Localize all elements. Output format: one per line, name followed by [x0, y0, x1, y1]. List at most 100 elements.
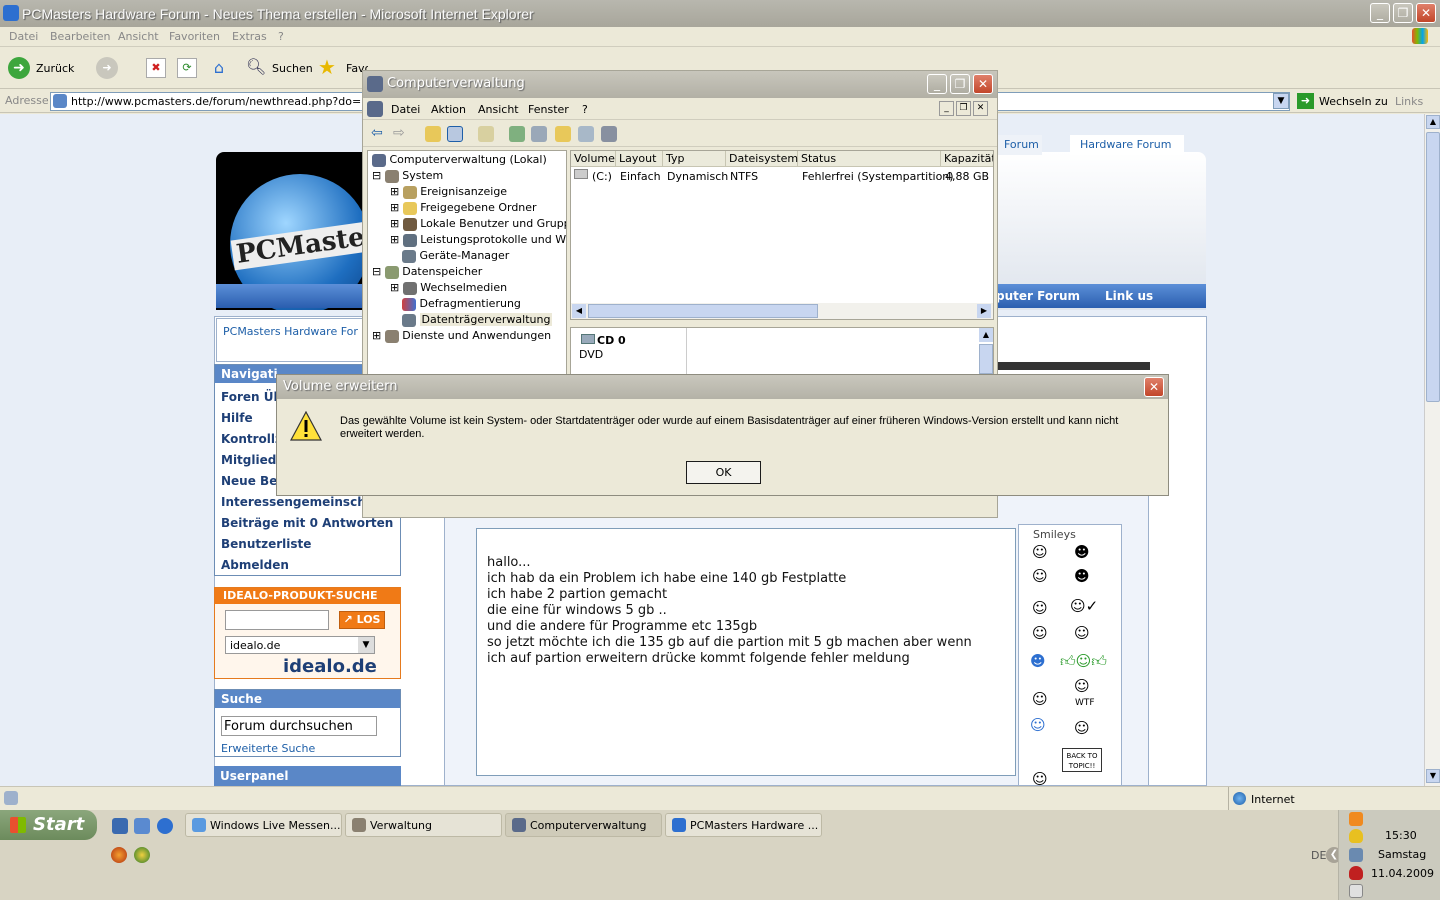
forward-arrow-icon[interactable]: ⇨: [393, 125, 405, 141]
cv-maximize-button[interactable]: ❐: [950, 74, 970, 94]
wtf-smiley-label[interactable]: WTF: [1075, 698, 1095, 708]
tree-item-system[interactable]: ⊟ System: [372, 169, 443, 183]
tab-hardware-forum[interactable]: Hardware Forum: [1070, 135, 1184, 155]
child-close-button[interactable]: ✕: [973, 101, 988, 116]
search-icon[interactable]: [578, 126, 594, 142]
table-row[interactable]: (C:) Einfach Dynamisch NTFS Fehlerfrei (…: [571, 169, 993, 185]
nav-computer-forum[interactable]: puter Forum: [996, 289, 1080, 303]
page-scrollbar[interactable]: ▲ ▼: [1424, 114, 1440, 786]
stop-icon[interactable]: ✖: [146, 58, 166, 78]
tree-item-wechselmedien[interactable]: ⊞ Wechselmedien: [390, 281, 507, 295]
back-to-topic-sign[interactable]: BACK TO TOPIC!!: [1062, 748, 1102, 772]
nav-item[interactable]: Mitgliede: [221, 453, 284, 467]
tree-item-leistungsprotokolle[interactable]: ⊞ Leistungsprotokolle und Warnungen: [390, 233, 566, 247]
smiley-icon[interactable]: ☺: [1030, 716, 1046, 734]
go-button[interactable]: Wechseln zu: [1319, 95, 1388, 108]
col-header-kapazitaet[interactable]: Kapazität: [941, 151, 993, 167]
properties-icon[interactable]: [478, 126, 494, 142]
smiley-icon[interactable]: ☺: [1074, 624, 1090, 642]
menu-ansicht[interactable]: Ansicht: [118, 30, 159, 43]
nav-item[interactable]: Benutzerliste: [221, 537, 311, 551]
smiley-icon[interactable]: ☺: [1032, 690, 1048, 708]
idealo-go-button[interactable]: ↗ LOS: [339, 611, 385, 629]
quicklaunch-desktop-icon[interactable]: [134, 818, 150, 834]
dialog-close-button[interactable]: ✕: [1144, 377, 1164, 397]
cv-close-button[interactable]: ✕: [973, 74, 993, 94]
idealo-input[interactable]: [225, 610, 329, 630]
tray-document-icon[interactable]: [1349, 884, 1363, 898]
tree-item-geraete-manager[interactable]: Geräte-Manager: [402, 249, 509, 263]
start-button[interactable]: Start: [0, 810, 97, 840]
scroll-up-icon[interactable]: ▲: [979, 328, 993, 342]
export-icon[interactable]: [531, 126, 547, 142]
cv-menu-ansicht[interactable]: Ansicht: [478, 103, 519, 116]
nav-item[interactable]: Kontrollz: [221, 432, 282, 446]
idealo-logo[interactable]: idealo.de: [283, 656, 377, 677]
smiley-icon[interactable]: ☺: [1032, 567, 1048, 585]
smiley-icon[interactable]: ☺: [1032, 599, 1048, 617]
refresh-icon[interactable]: ⟳: [177, 58, 197, 78]
tree-item-dienste[interactable]: ⊞ Dienste und Anwendungen: [372, 329, 551, 343]
media-icon[interactable]: [134, 847, 150, 863]
smiley-icon[interactable]: ☺: [1074, 719, 1090, 737]
close-button[interactable]: ✕: [1416, 3, 1436, 23]
forum-search-input[interactable]: [221, 716, 377, 736]
home-icon[interactable]: ⌂: [208, 58, 230, 78]
nav-item[interactable]: Abmelden: [221, 558, 289, 572]
post-editor[interactable]: hallo... ich hab da ein Problem ich habe …: [476, 528, 1016, 776]
col-header-layout[interactable]: Layout: [616, 151, 663, 167]
scroll-down-icon[interactable]: ▼: [1426, 769, 1440, 783]
settings-icon[interactable]: [601, 126, 617, 142]
col-header-volume[interactable]: Volume: [571, 151, 616, 167]
minimize-button[interactable]: _: [1370, 3, 1390, 23]
network-icon[interactable]: [1349, 848, 1363, 862]
tree-item-datentraegerverwaltung[interactable]: Datenträgerverwaltung: [402, 313, 553, 327]
tree-item-root[interactable]: Computerverwaltung (Lokal): [372, 153, 547, 167]
cv-menu-datei[interactable]: Datei: [391, 103, 420, 116]
up-folder-icon[interactable]: [425, 126, 441, 142]
cv-minimize-button[interactable]: _: [927, 74, 947, 94]
security-shield-icon[interactable]: [1349, 829, 1363, 843]
links-label[interactable]: Links: [1395, 95, 1423, 108]
userpanel-title[interactable]: Userpanel: [214, 766, 401, 786]
tree-item-freigegebene-ordner[interactable]: ⊞ Freigegebene Ordner: [390, 201, 537, 215]
scroll-thumb[interactable]: [979, 344, 993, 374]
favorites-button[interactable]: ★ Favoriten: [318, 57, 368, 79]
task-pcmasters[interactable]: PCMasters Hardware ...: [665, 813, 822, 837]
maximize-button[interactable]: ❐: [1393, 3, 1413, 23]
child-minimize-button[interactable]: _: [939, 101, 954, 116]
idealo-select[interactable]: idealo.de ▼: [225, 636, 375, 654]
nav-item[interactable]: Interessengemeinsch: [221, 495, 366, 509]
smiley-icon[interactable]: ☺✓: [1070, 597, 1098, 615]
scroll-thumb[interactable]: [1426, 132, 1440, 402]
go-arrow-icon[interactable]: ➜: [1297, 93, 1314, 109]
col-header-typ[interactable]: Typ: [663, 151, 726, 167]
tree-item-ereignisanzeige[interactable]: ⊞ Ereignisanzeige: [390, 185, 507, 199]
tree-item-lokale-benutzer[interactable]: ⊞ Lokale Benutzer und Gruppen: [390, 217, 566, 231]
tree-item-datenspeicher[interactable]: ⊟ Datenspeicher: [372, 265, 482, 279]
nav-item[interactable]: Foren Üb: [221, 390, 282, 404]
scroll-left-icon[interactable]: ◀: [572, 304, 586, 318]
task-verwaltung[interactable]: Verwaltung: [345, 813, 502, 837]
smiley-icon[interactable]: ☺: [1032, 624, 1048, 642]
cv-title-bar[interactable]: Computerverwaltung _ ❐ ✕: [363, 71, 997, 98]
tray-app-icon[interactable]: [1349, 812, 1363, 826]
advanced-search-link[interactable]: Erweiterte Suche: [221, 742, 315, 755]
dialog-title-bar[interactable]: Volume erweitern ✕: [277, 375, 1168, 399]
col-header-dateisystem[interactable]: Dateisystem: [726, 151, 798, 167]
show-tree-icon[interactable]: [447, 126, 463, 142]
menu-help[interactable]: ?: [278, 30, 284, 43]
cv-menu-fenster[interactable]: Fenster: [528, 103, 569, 116]
forward-button[interactable]: ➜: [96, 57, 118, 79]
task-windows-live-messenger[interactable]: Windows Live Messen...: [185, 813, 342, 837]
menu-datei[interactable]: Datei: [9, 30, 38, 43]
list-hscrollbar[interactable]: ◀ ▶: [571, 303, 993, 319]
smiley-icon[interactable]: ☺: [1032, 543, 1048, 561]
scroll-right-icon[interactable]: ▶: [977, 304, 991, 318]
child-restore-button[interactable]: ❐: [956, 101, 971, 116]
menu-bearbeiten[interactable]: Bearbeiten: [50, 30, 110, 43]
refresh-icon[interactable]: [509, 126, 525, 142]
smiley-icon[interactable]: ☻: [1074, 567, 1090, 585]
firefox-icon[interactable]: [111, 847, 127, 863]
nav-item[interactable]: Neue Bei: [221, 474, 281, 488]
